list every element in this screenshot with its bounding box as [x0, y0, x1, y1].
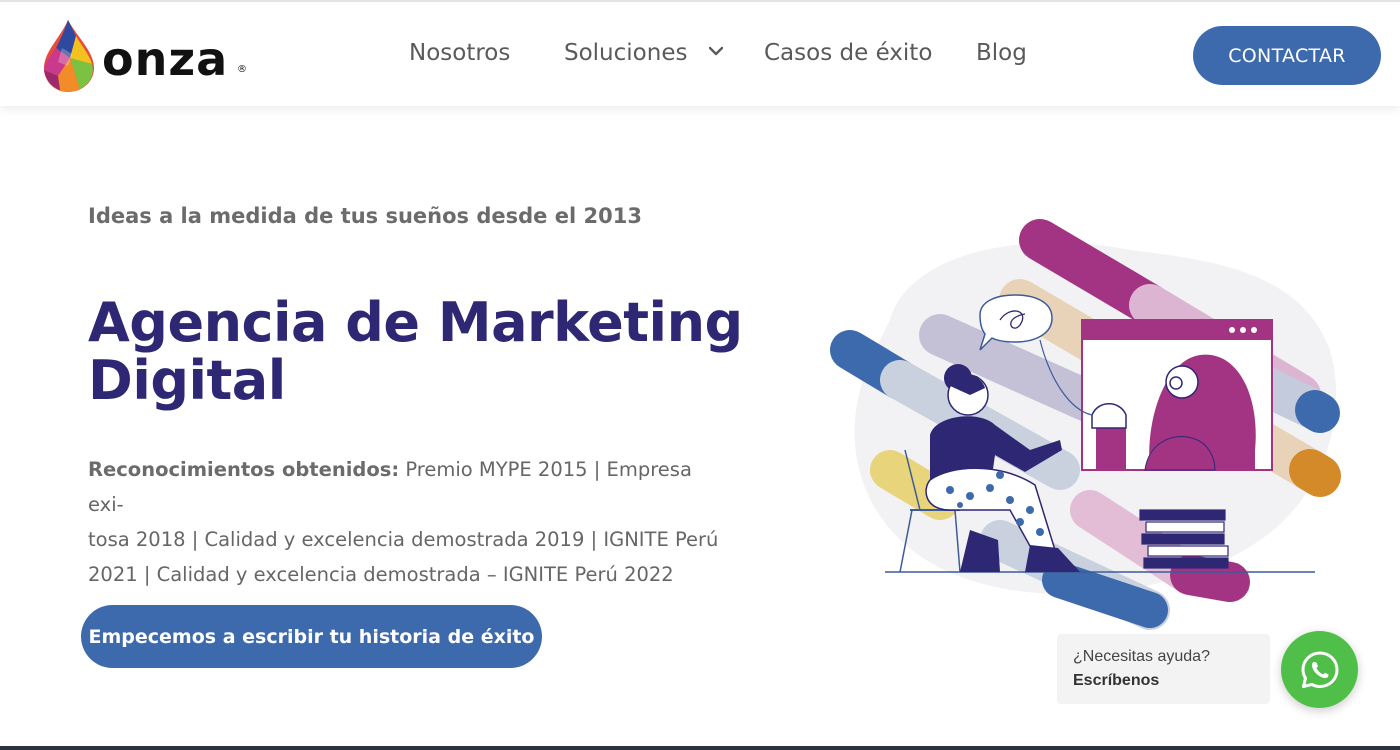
help-tooltip[interactable]: ¿Necesitas ayuda? Escríbenos	[1057, 634, 1270, 704]
awards-line: tosa 2018 | Calidad y excelencia demostr…	[88, 528, 719, 551]
help-action: Escríbenos	[1073, 672, 1160, 689]
awards-line: 2021 | Calidad y excelencia demostrada –…	[88, 563, 674, 586]
logo-wordmark: onza	[102, 32, 229, 86]
whatsapp-button[interactable]	[1281, 631, 1358, 708]
help-question: ¿Necesitas ayuda?	[1073, 648, 1210, 665]
hero-illustration	[830, 219, 1341, 630]
contact-button[interactable]: CONTACTAR	[1193, 26, 1381, 85]
nav-item-label: Soluciones	[564, 40, 688, 66]
hero-tagline: Ideas a la medida de tus sueños desde el…	[88, 204, 642, 228]
site-header: onza ® Nosotros Soluciones Casos de éxit…	[0, 0, 1400, 106]
registered-mark: ®	[237, 64, 247, 75]
bottom-edge	[0, 746, 1400, 750]
chevron-down-icon	[708, 46, 723, 55]
drop-logo-icon	[44, 20, 94, 92]
title-line: Agencia de Marketing	[88, 291, 743, 354]
awards-label: Reconocimientos obtenidos:	[88, 458, 400, 481]
nav-item-nosotros[interactable]: Nosotros	[409, 40, 510, 66]
title-line: Digital	[88, 349, 286, 412]
page-title: Agencia de Marketing Digital	[88, 294, 748, 410]
nav-item-blog[interactable]: Blog	[976, 40, 1027, 66]
logo[interactable]: onza ®	[40, 18, 260, 94]
nav-item-soluciones[interactable]: Soluciones	[564, 40, 723, 66]
start-story-button[interactable]: Empecemos a escribir tu historia de éxit…	[81, 605, 542, 668]
nav-item-casos-de-exito[interactable]: Casos de éxito	[764, 40, 932, 66]
awards-text: Reconocimientos obtenidos: Premio MYPE 2…	[88, 452, 728, 592]
whatsapp-icon	[1301, 651, 1338, 688]
